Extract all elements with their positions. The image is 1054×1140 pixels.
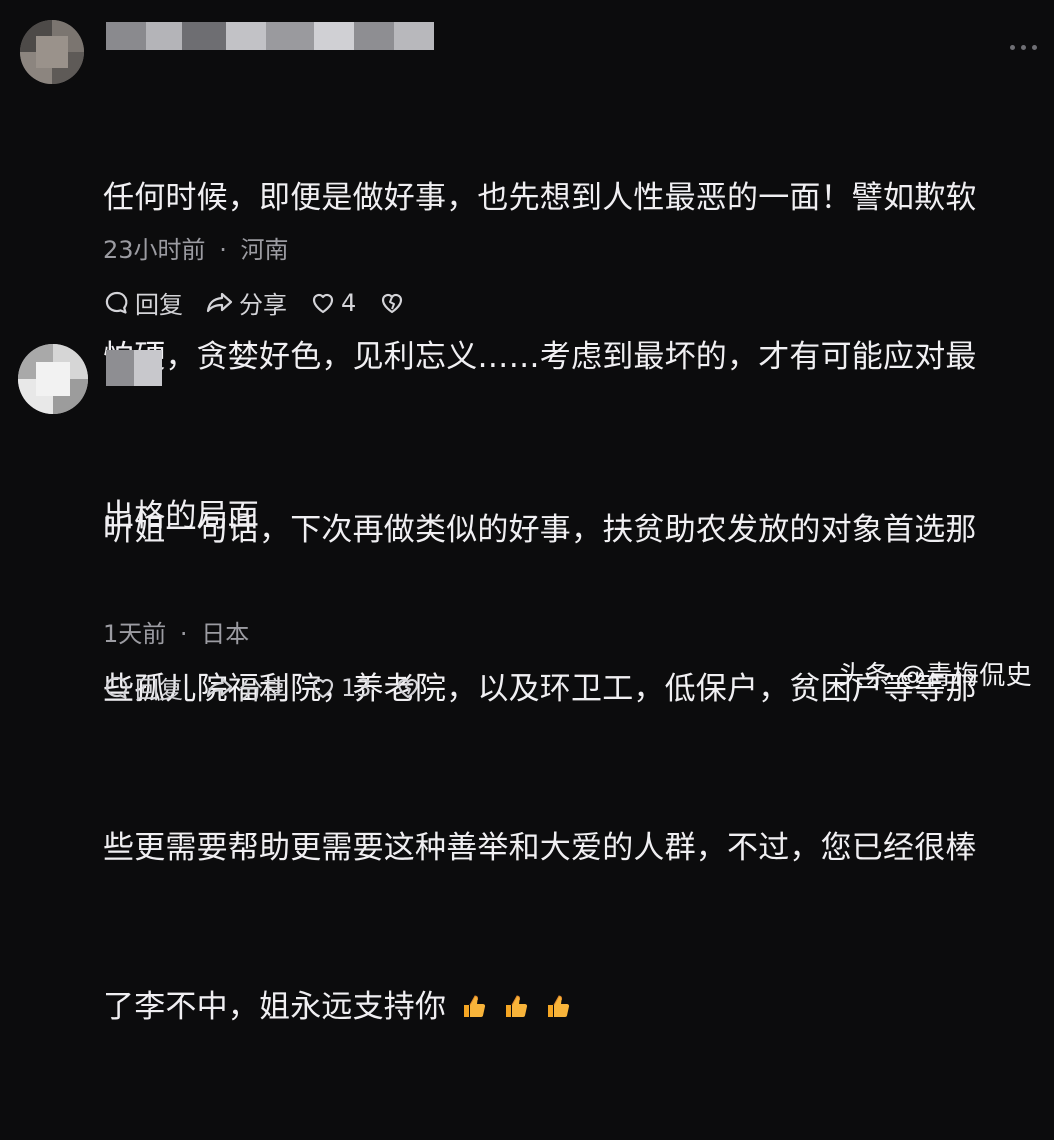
thumbs-up-emoji bbox=[548, 995, 570, 1018]
reply-button[interactable]: 回复 bbox=[103, 670, 183, 705]
dislike-button[interactable] bbox=[394, 674, 422, 702]
share-label: 分享 bbox=[239, 291, 287, 319]
reply-label: 回复 bbox=[135, 291, 183, 319]
thumbs-emoji-group bbox=[460, 992, 572, 1020]
reply-button[interactable]: 回复 bbox=[103, 285, 183, 320]
like-button[interactable]: 4 bbox=[309, 289, 356, 317]
comment-time: 23小时前 bbox=[103, 236, 206, 264]
broken-heart-icon bbox=[378, 289, 406, 317]
comment-meta: 1天前 · 日本 bbox=[103, 614, 249, 649]
comment-body-line-text: 了李不中，姐永远支持你 bbox=[103, 989, 447, 1025]
avatar[interactable] bbox=[18, 344, 88, 414]
comment-body: 听姐一句话，下次再做类似的好事，扶贫助农发放的对象首选那 些孤儿院福利院，养老院… bbox=[103, 398, 1039, 1140]
comment-body-line: 听姐一句话，下次再做类似的好事，扶贫助农发放的对象首选那 bbox=[103, 512, 977, 548]
comment-body-line: 任何时候，即便是做好事，也先想到人性最恶的一面！譬如欺软 bbox=[103, 180, 977, 216]
watermark: 头条 @青梅侃史 bbox=[838, 661, 1033, 691]
comment-actions: 回复 分享 13 bbox=[103, 670, 444, 705]
comment-time: 1天前 bbox=[103, 620, 167, 648]
share-button[interactable]: 分享 bbox=[205, 670, 287, 705]
heart-icon bbox=[309, 289, 337, 317]
share-button[interactable]: 分享 bbox=[205, 285, 287, 320]
comment-location: 日本 bbox=[201, 620, 250, 648]
comment-meta: 23小时前 · 河南 bbox=[103, 230, 288, 265]
more-dots-icon[interactable] bbox=[1010, 42, 1040, 52]
comment-body-line: 些更需要帮助更需要这种善举和大爱的人群，不过，您已经很棒 bbox=[103, 830, 977, 866]
like-count: 4 bbox=[341, 288, 357, 317]
like-count: 13 bbox=[341, 673, 372, 702]
thumbs-up-emoji bbox=[464, 995, 486, 1018]
broken-heart-icon bbox=[394, 674, 422, 702]
meta-separator: · bbox=[219, 236, 227, 264]
comment-body-line: 了李不中，姐永远支持你 bbox=[103, 981, 1039, 1034]
comment-body-line: 怕硬，贪婪好色，见利忘义……考虑到最坏的，才有可能应对最 bbox=[103, 339, 977, 375]
meta-separator: · bbox=[179, 620, 188, 648]
username-blurred[interactable] bbox=[106, 22, 434, 50]
comment-location: 河南 bbox=[240, 236, 289, 264]
dislike-button[interactable] bbox=[378, 289, 406, 317]
avatar[interactable] bbox=[20, 20, 84, 84]
like-button[interactable]: 13 bbox=[309, 674, 372, 702]
share-arrow-icon bbox=[205, 289, 235, 317]
comment-bubble-icon bbox=[103, 289, 131, 317]
share-label: 分享 bbox=[239, 676, 287, 704]
share-arrow-icon bbox=[205, 674, 235, 702]
comment-bubble-icon bbox=[103, 674, 131, 702]
thumbs-up-emoji bbox=[506, 995, 528, 1018]
comment-actions: 回复 分享 4 bbox=[103, 285, 428, 320]
username-blurred[interactable] bbox=[106, 350, 162, 386]
reply-label: 回复 bbox=[135, 676, 183, 704]
heart-icon bbox=[309, 674, 337, 702]
